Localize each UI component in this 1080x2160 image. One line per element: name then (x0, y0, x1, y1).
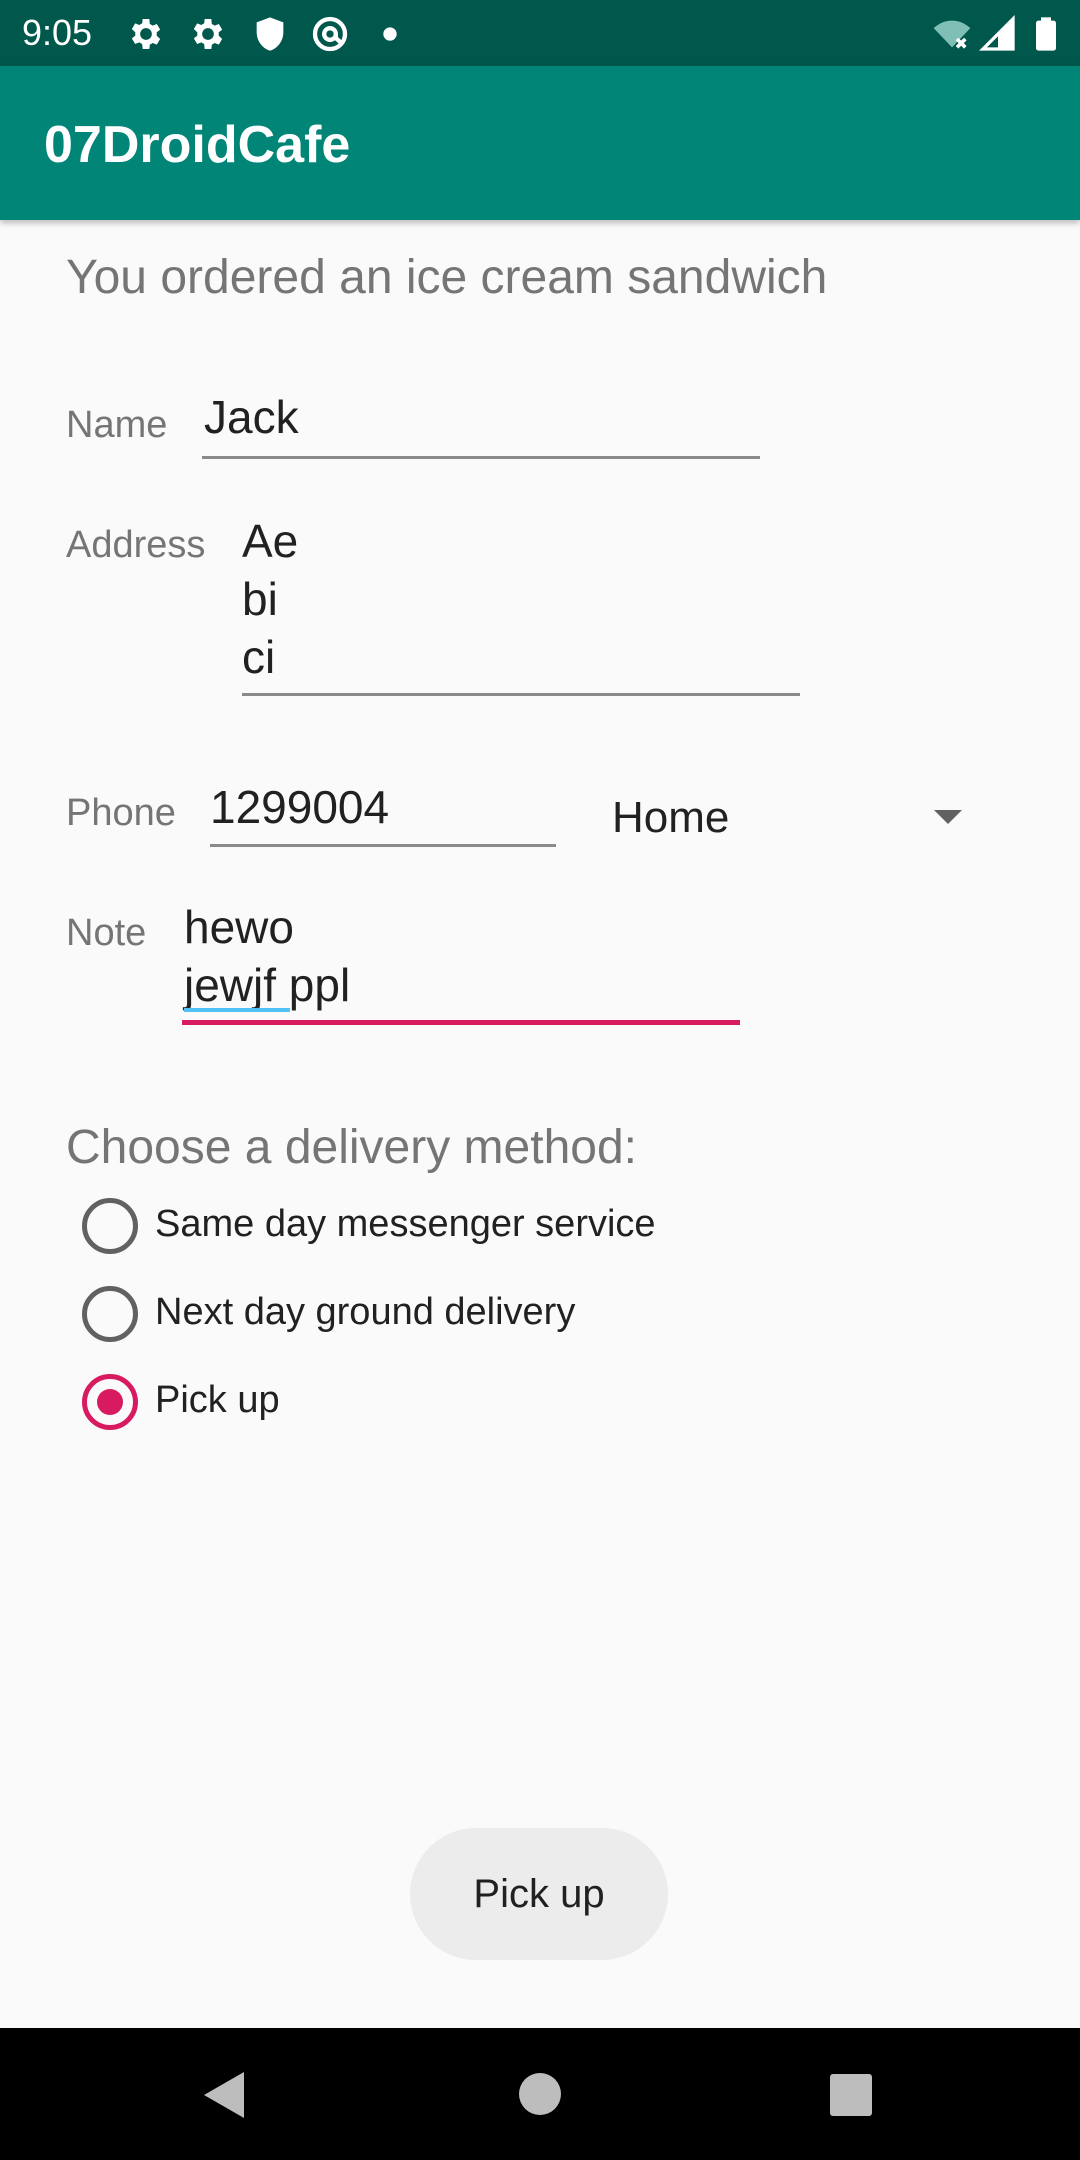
phone-value: 1299004 (210, 781, 390, 833)
spellcheck-underline (184, 1008, 290, 1012)
phone-label: Phone (66, 792, 176, 834)
battery-icon (1036, 17, 1056, 51)
dot-icon (383, 27, 397, 41)
radio-unchecked-icon (82, 1198, 138, 1254)
radio-next-day[interactable]: Next day ground delivery (82, 1284, 682, 1344)
order-message: You ordered an ice cream sandwich (66, 251, 828, 304)
note-field[interactable]: hewo jewjf ppl (182, 898, 740, 1028)
radio-label: Pick up (155, 1379, 280, 1421)
name-field[interactable]: Jack (202, 388, 760, 460)
phone-underline (210, 844, 556, 847)
home-icon[interactable] (518, 2072, 562, 2116)
note-line: hewo (184, 901, 294, 953)
note-label: Note (66, 912, 147, 954)
phone-type-value: Home (612, 793, 730, 842)
address-field[interactable]: Ae bi ci (242, 512, 800, 698)
radio-unchecked-icon (82, 1286, 138, 1342)
shield-icon (256, 17, 284, 51)
app-title: 07DroidCafe (44, 116, 351, 174)
note-line: jewjf ppl (184, 959, 351, 1011)
name-underline (202, 456, 760, 459)
wifi-off-icon (933, 20, 971, 49)
delivery-heading: Choose a delivery method: (66, 1121, 637, 1174)
gear-icon (131, 19, 161, 49)
note-underline-focused (182, 1020, 740, 1025)
navigation-bar (0, 2028, 1080, 2160)
phone-type-spinner[interactable]: Home (600, 770, 980, 870)
status-time: 9:05 (22, 12, 93, 53)
gear-icon (193, 19, 223, 49)
phone-field[interactable]: 1299004 (210, 778, 556, 848)
radio-pick-up[interactable]: Pick up (82, 1372, 682, 1432)
address-line: Ae (242, 515, 299, 567)
pick-up-button[interactable]: Pick up (410, 1828, 668, 1960)
address-underline (242, 693, 800, 696)
address-label: Address (66, 524, 206, 566)
status-bar: 9:05 (0, 0, 1080, 66)
cell-signal-icon (978, 14, 1015, 51)
address-line: bi (242, 573, 278, 625)
recents-icon[interactable] (830, 2074, 872, 2116)
at-sign-icon (312, 16, 348, 52)
name-value: Jack (204, 391, 299, 443)
name-label: Name (66, 404, 168, 446)
radio-label: Next day ground delivery (155, 1291, 576, 1333)
radio-same-day[interactable]: Same day messenger service (82, 1196, 682, 1256)
back-icon[interactable] (200, 2070, 248, 2120)
address-line: ci (242, 631, 276, 683)
radio-checked-icon (82, 1374, 138, 1430)
radio-label: Same day messenger service (155, 1203, 656, 1245)
chevron-down-icon (934, 810, 962, 824)
radio-dot (97, 1389, 123, 1415)
